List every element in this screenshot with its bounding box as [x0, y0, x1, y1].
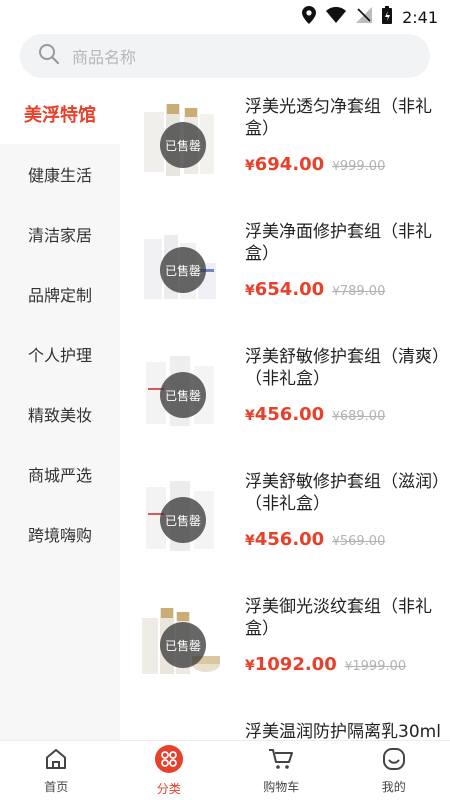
original-price: 569.00: [339, 534, 386, 549]
product-prices: ¥ 1092.00 ¥1999.00: [245, 654, 406, 675]
profile-icon: [382, 747, 406, 774]
product-image[interactable]: 已售罄: [136, 598, 226, 688]
sidebar-item-cross-border[interactable]: 跨境嗨购: [0, 504, 120, 564]
original-currency-symbol: ¥: [332, 409, 340, 423]
tab-profile-label: 我的: [381, 779, 406, 794]
tab-profile[interactable]: 我的: [338, 741, 450, 800]
product-price: 654.00: [254, 279, 325, 300]
product-item[interactable]: 已售罄 浮美净面修护套组（非礼盒） ¥ 654.00 ¥789.00: [120, 209, 450, 334]
sidebar-item-brand-custom[interactable]: 品牌定制: [0, 264, 120, 324]
product-item[interactable]: 已售罄 浮美舒敏修护套组（滋润）（非礼盒） ¥ 456.00 ¥569.00: [120, 459, 450, 584]
tab-home[interactable]: 首页: [0, 741, 113, 800]
product-name[interactable]: 浮美舒敏修护套组（清爽）（非礼盒）: [245, 346, 443, 390]
sidebar-item-selection[interactable]: 商城严选: [0, 444, 120, 504]
sold-out-badge: 已售罄: [160, 497, 206, 543]
sold-out-badge: 已售罄: [160, 247, 206, 293]
original-price: 689.00: [339, 409, 386, 424]
original-currency-symbol: ¥: [332, 534, 340, 548]
product-image[interactable]: 已售罄: [136, 223, 226, 313]
product-image[interactable]: 已售罄: [136, 473, 226, 563]
product-item[interactable]: 已售罄 浮美舒敏修护套组（清爽）（非礼盒） ¥ 456.00 ¥689.00: [120, 334, 450, 459]
original-price: 1999.00: [352, 659, 407, 674]
location-icon: [302, 6, 317, 28]
search-bar[interactable]: 商品名称: [20, 34, 430, 78]
original-currency-symbol: ¥: [332, 284, 340, 298]
sold-out-badge: 已售罄: [160, 622, 206, 668]
product-image[interactable]: 已售罄: [136, 98, 226, 188]
product-name[interactable]: 浮美御光淡纹套组（非礼盒）: [245, 596, 443, 640]
currency-symbol: ¥: [245, 658, 255, 674]
tab-home-label: 首页: [44, 779, 69, 794]
sidebar-item-personal-care[interactable]: 个人护理: [0, 324, 120, 384]
tab-category-label: 分类: [156, 781, 181, 796]
product-prices: ¥ 456.00 ¥569.00: [245, 529, 385, 550]
product-price: 456.00: [254, 529, 325, 550]
status-icons: 2:41: [302, 6, 438, 28]
product-name[interactable]: 浮美光透匀净套组（非礼盒）: [245, 96, 443, 140]
product-prices: ¥ 456.00 ¥689.00: [245, 404, 385, 425]
sidebar-item-home-cleaning[interactable]: 清洁家居: [0, 204, 120, 264]
original-price: 999.00: [339, 159, 386, 174]
home-icon: [44, 747, 68, 774]
sold-out-badge: 已售罄: [160, 122, 206, 168]
tab-category[interactable]: 分类: [113, 741, 226, 800]
product-name[interactable]: 浮美净面修护套组（非礼盒）: [245, 221, 443, 265]
sold-out-badge: 已售罄: [160, 372, 206, 418]
currency-symbol: ¥: [245, 408, 255, 424]
category-sidebar: 美浮特馆 健康生活 清洁家居 品牌定制 个人护理 精致美妆 商城严选 跨境嗨购: [0, 84, 120, 740]
cart-icon: [268, 747, 294, 774]
currency-symbol: ¥: [245, 158, 255, 174]
tab-cart[interactable]: 购物车: [225, 741, 338, 800]
product-price: 456.00: [254, 404, 325, 425]
product-price: 1092.00: [254, 654, 337, 675]
category-icon: [154, 744, 183, 776]
currency-symbol: ¥: [245, 533, 255, 549]
sidebar-item-meifu[interactable]: 美浮特馆: [0, 84, 120, 144]
tab-cart-label: 购物车: [263, 779, 300, 794]
original-currency-symbol: ¥: [332, 159, 340, 173]
battery-icon: [382, 6, 393, 28]
product-name[interactable]: 浮美温润防护隔离乳30ml: [245, 721, 443, 740]
search-placeholder[interactable]: 商品名称: [72, 44, 136, 68]
product-image[interactable]: 已售罄: [136, 348, 226, 438]
original-price: 789.00: [339, 284, 386, 299]
product-price: 694.00: [254, 154, 325, 175]
product-item[interactable]: 已售罄 浮美光透匀净套组（非礼盒） ¥ 694.00 ¥999.00: [120, 84, 450, 209]
product-item[interactable]: 已售罄 浮美御光淡纹套组（非礼盒） ¥ 1092.00 ¥1999.00: [120, 584, 450, 709]
status-bar: 2:41: [0, 0, 450, 32]
wifi-icon: [326, 7, 347, 27]
sidebar-item-health[interactable]: 健康生活: [0, 144, 120, 204]
product-prices: ¥ 654.00 ¥789.00: [245, 279, 385, 300]
status-time: 2:41: [402, 7, 438, 27]
product-item[interactable]: 浮美温润防护隔离乳30ml: [120, 709, 450, 740]
signal-icon: [356, 7, 373, 27]
sidebar-item-makeup[interactable]: 精致美妆: [0, 384, 120, 444]
product-name[interactable]: 浮美舒敏修护套组（滋润）（非礼盒）: [245, 471, 443, 515]
currency-symbol: ¥: [245, 283, 255, 299]
search-icon: [38, 43, 60, 69]
product-list: 已售罄 浮美光透匀净套组（非礼盒） ¥ 694.00 ¥999.00 已售罄 浮…: [120, 84, 450, 740]
product-prices: ¥ 694.00 ¥999.00: [245, 154, 385, 175]
bottom-tab-bar: 首页 分类 购物车 我的: [0, 740, 450, 800]
